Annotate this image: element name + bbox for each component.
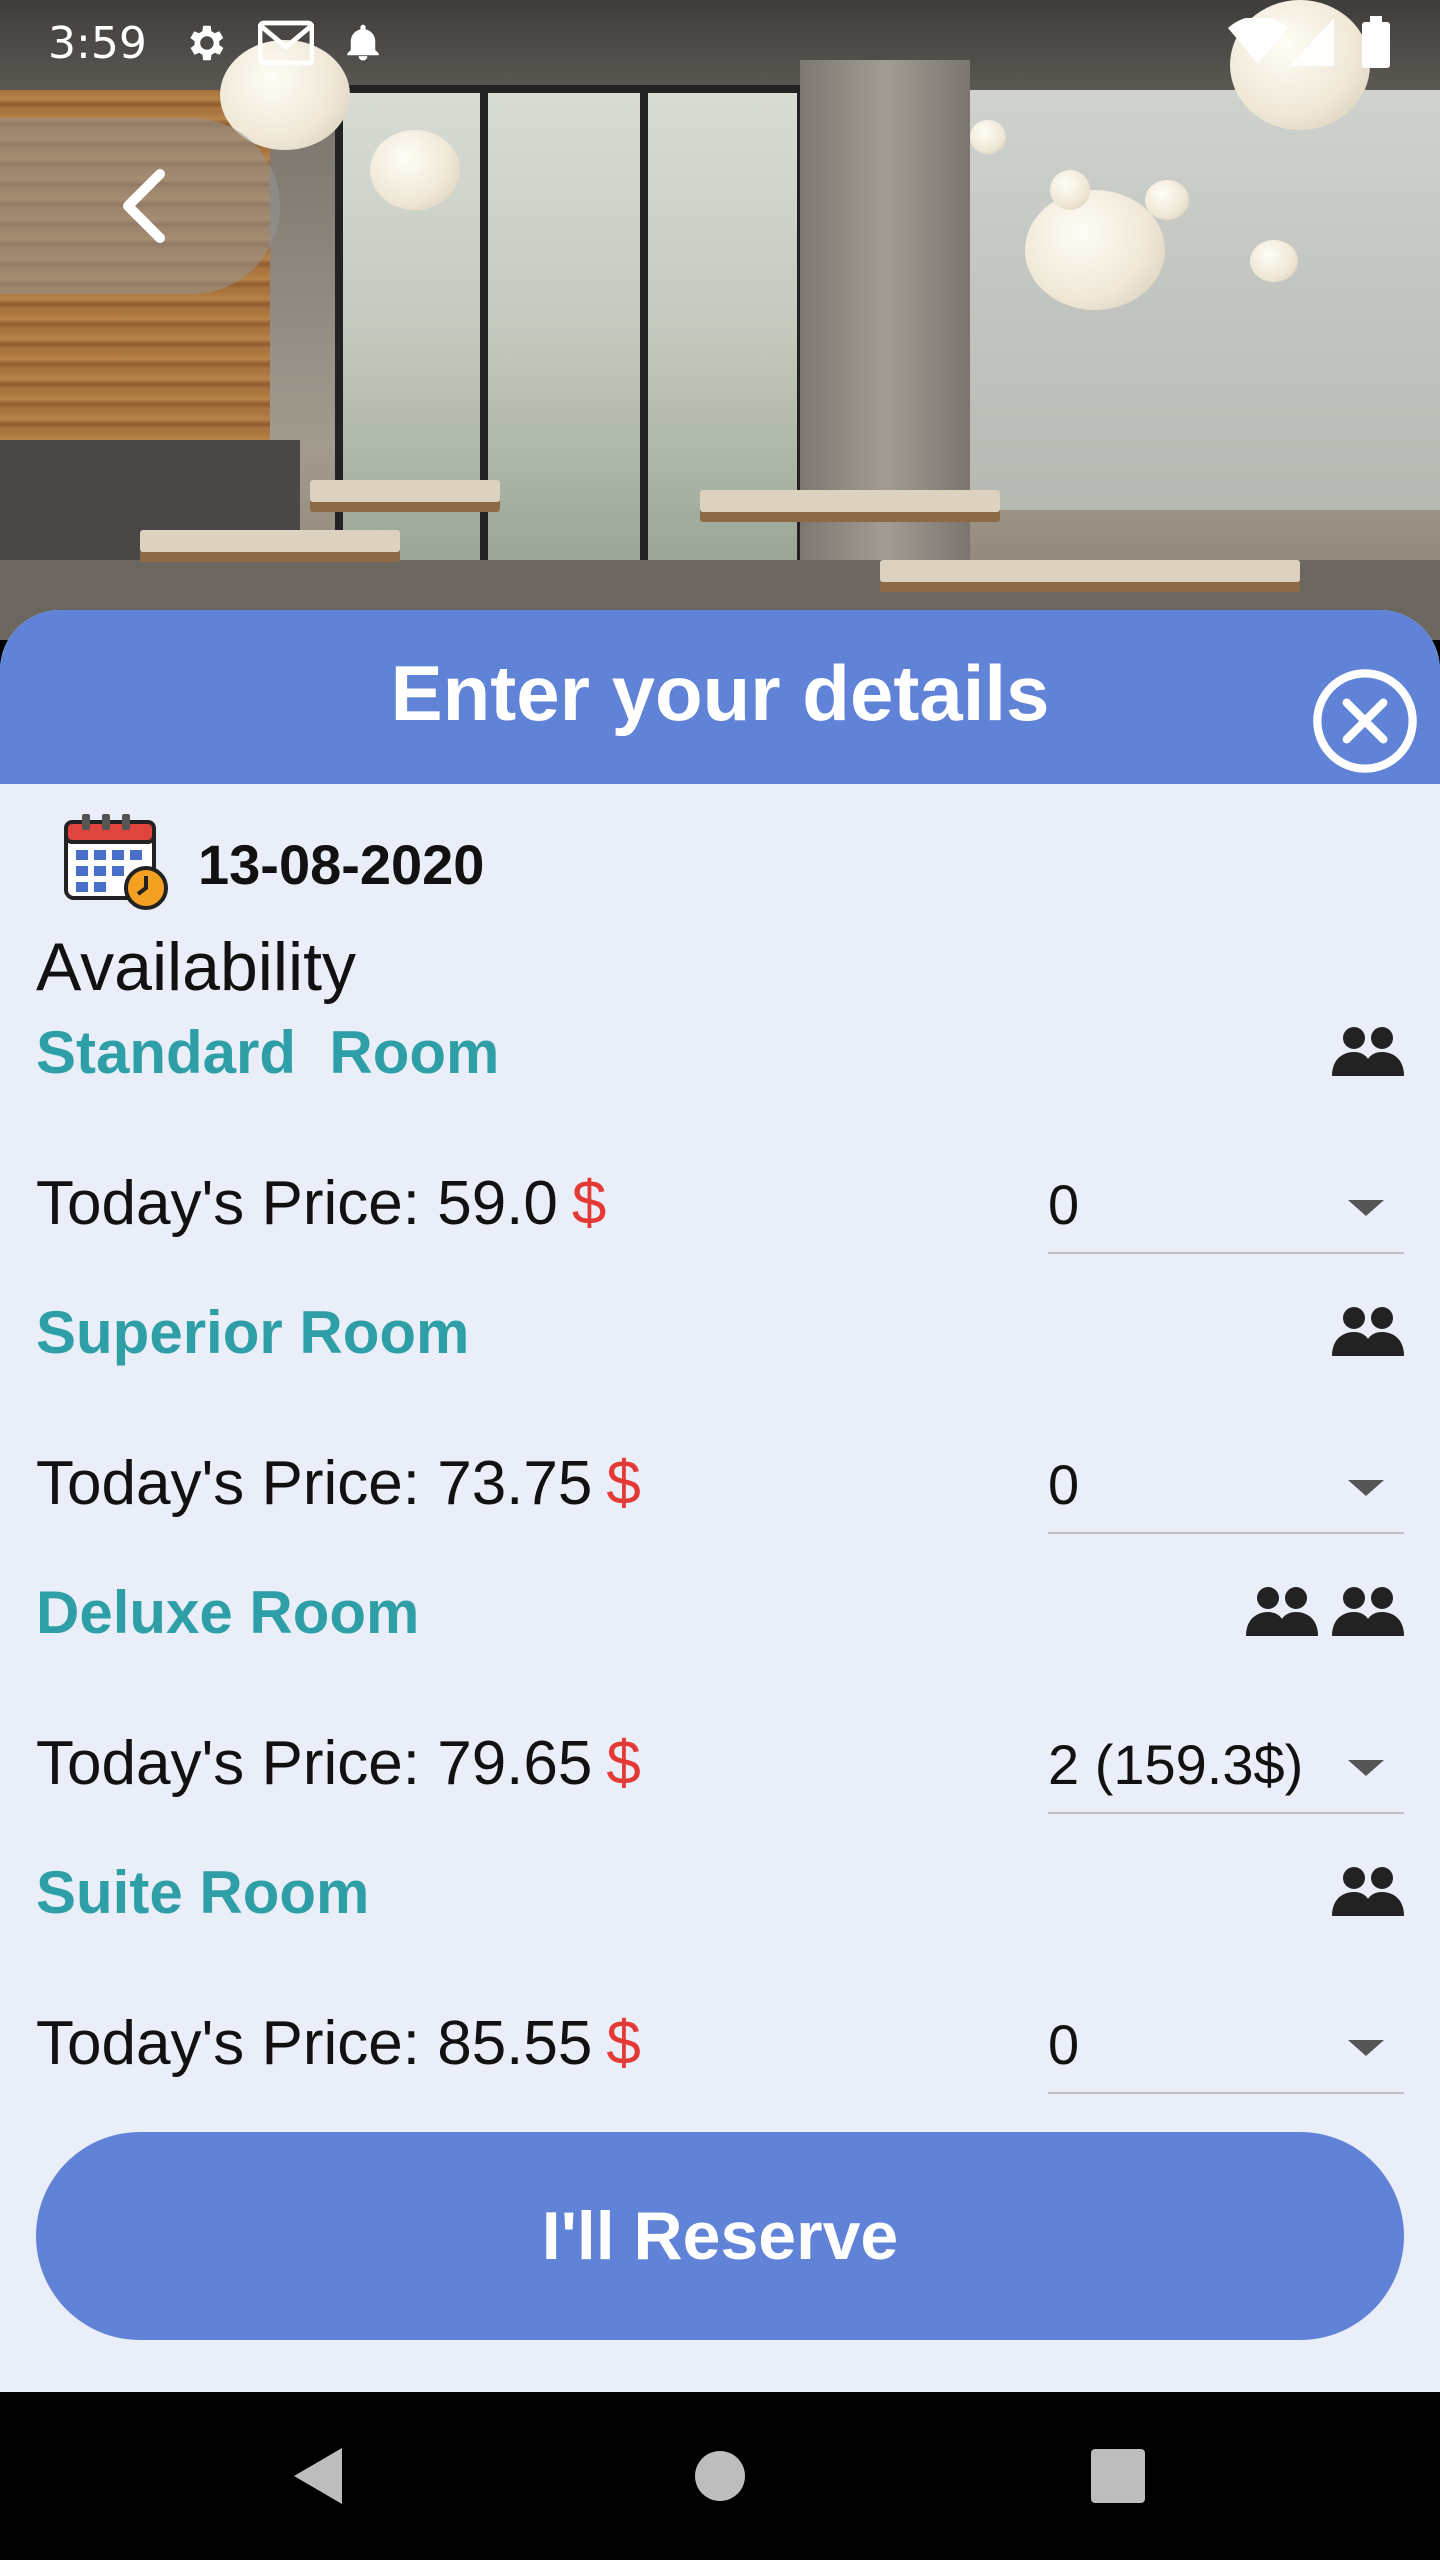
availability-heading: Availability bbox=[36, 929, 357, 1005]
currency-superior: $ bbox=[606, 1449, 641, 1518]
quantity-value-superior: 0 bbox=[1048, 1453, 1080, 1516]
room-name-standard: Standard Room bbox=[36, 1019, 500, 1086]
price-suite: Today's Price: 85.55 $ bbox=[36, 2009, 641, 2078]
occupancy-standard bbox=[1332, 1024, 1404, 1084]
back-button[interactable] bbox=[0, 118, 280, 294]
status-bar: 3:59 bbox=[0, 0, 1440, 84]
notification-bell-icon bbox=[342, 20, 384, 71]
back-triangle-icon bbox=[294, 2448, 342, 2504]
battery-icon bbox=[1362, 16, 1390, 73]
people-icon bbox=[1332, 1027, 1404, 1076]
quantity-value-standard: 0 bbox=[1048, 1173, 1080, 1236]
dropdown-arrow-icon bbox=[1348, 2040, 1384, 2056]
header-photo bbox=[0, 0, 1440, 640]
price-deluxe: Today's Price: 79.65 $ bbox=[36, 1729, 641, 1798]
calendar-clock-icon bbox=[62, 810, 170, 915]
people-icon bbox=[1332, 1867, 1404, 1916]
nav-home-button[interactable] bbox=[620, 2392, 820, 2560]
status-time: 3:59 bbox=[48, 18, 147, 69]
occupancy-suite bbox=[1332, 1864, 1404, 1924]
selected-date: 13-08-2020 bbox=[198, 833, 485, 896]
close-circle-icon bbox=[1313, 669, 1417, 773]
people-icon bbox=[1332, 1587, 1404, 1636]
close-button[interactable] bbox=[1310, 654, 1440, 786]
details-sheet: Enter your details 13-08-2020 Availabili… bbox=[0, 610, 1440, 2392]
quantity-value-suite: 0 bbox=[1048, 2013, 1080, 2076]
gmail-icon bbox=[257, 20, 315, 71]
quantity-value-deluxe: 2 (159.3$) bbox=[1048, 1733, 1304, 1796]
sheet-title: Enter your details bbox=[390, 649, 1050, 737]
occupancy-superior bbox=[1332, 1304, 1404, 1364]
currency-standard: $ bbox=[571, 1169, 607, 1238]
people-icon bbox=[1246, 1587, 1318, 1636]
quantity-select-superior[interactable]: 0 bbox=[1048, 1434, 1404, 1534]
quantity-select-suite[interactable]: 0 bbox=[1048, 1994, 1404, 2094]
home-circle-icon bbox=[695, 2451, 745, 2501]
currency-suite: $ bbox=[606, 2009, 641, 2078]
dropdown-arrow-icon bbox=[1348, 1760, 1384, 1776]
sheet-header: Enter your details bbox=[0, 610, 1440, 784]
nav-back-button[interactable] bbox=[218, 2392, 418, 2560]
room-name-suite: Suite Room bbox=[36, 1859, 370, 1926]
price-standard: Today's Price: 59.0 $ bbox=[36, 1169, 607, 1238]
dropdown-arrow-icon bbox=[1348, 1480, 1384, 1496]
price-superior: Today's Price: 73.75 $ bbox=[36, 1449, 641, 1518]
recents-square-icon bbox=[1091, 2449, 1145, 2503]
wifi-icon bbox=[1228, 16, 1288, 71]
currency-deluxe: $ bbox=[606, 1729, 641, 1798]
quantity-select-deluxe[interactable]: 2 (159.3$) bbox=[1048, 1714, 1404, 1814]
dropdown-arrow-icon bbox=[1348, 1200, 1384, 1216]
signal-icon bbox=[1290, 18, 1334, 71]
room-name-deluxe: Deluxe Room bbox=[36, 1579, 420, 1646]
system-nav-bar bbox=[0, 2392, 1440, 2560]
chevron-left-icon bbox=[123, 169, 165, 243]
reserve-button[interactable]: I'll Reserve bbox=[36, 2132, 1404, 2340]
quantity-select-standard[interactable]: 0 bbox=[1048, 1154, 1404, 1254]
occupancy-deluxe bbox=[1246, 1584, 1404, 1644]
nav-recents-button[interactable] bbox=[1018, 2392, 1218, 2560]
people-icon bbox=[1332, 1307, 1404, 1356]
settings-icon bbox=[182, 20, 228, 71]
room-name-superior: Superior Room bbox=[36, 1299, 470, 1366]
